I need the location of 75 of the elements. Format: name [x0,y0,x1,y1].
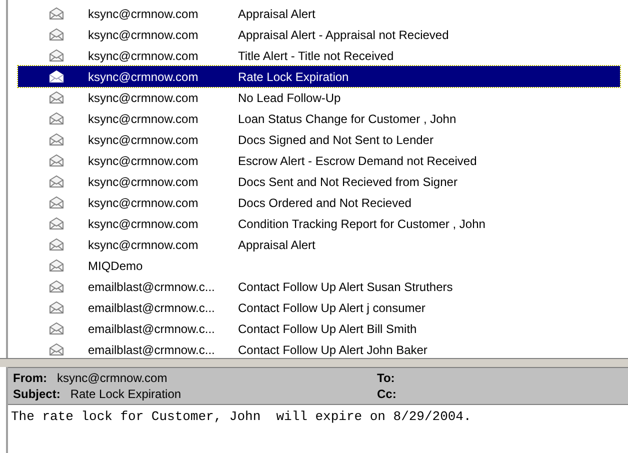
message-row[interactable]: ksync@crmnow.com No Lead Follow-Up [18,87,620,108]
subject-text: Contact Follow Up Alert John Baker [238,342,428,358]
message-row[interactable]: ksync@crmnow.com Title Alert - Title not Received [18,45,620,66]
message-row[interactable]: emailblast@crmnow.c... Contact Follow Up Alert Bill Smith [18,318,620,339]
message-row[interactable]: MIQDemo [18,255,620,276]
sender-text: MIQDemo [88,258,144,274]
envelope-icon [48,259,64,272]
subject-text: Appraisal Alert - Appraisal not Recieved [238,26,449,44]
subject-value: Rate Lock Expiration [70,386,182,402]
envelope-icon [48,175,64,188]
subject-text: Contact Follow Up Alert j consumer [238,300,426,316]
envelope-icon [48,28,64,41]
sender-text: ksync@crmnow.com [88,26,200,44]
message-row[interactable]: ksync@crmnow.com Rate Lock Expiration [18,66,620,87]
message-row[interactable]: ksync@crmnow.com Docs Ordered and Not Recieved [18,192,620,213]
message-row[interactable]: ksync@crmnow.com Appraisal Alert [18,3,620,24]
message-row[interactable]: ksync@crmnow.com Docs Signed and Not Sent to Lender [18,129,620,150]
subject-text: No Lead Follow-Up [238,90,341,106]
envelope-icon [48,133,64,146]
subject-text: Docs Sent and Not Recieved from Signer [238,174,458,190]
subject-text: Loan Status Change for Customer , John [238,110,456,128]
sender-text: emailblast@crmnow.c... [88,300,216,316]
envelope-icon [48,238,64,251]
envelope-icon [48,343,64,356]
sender-text: emailblast@crmnow.c... [88,278,216,296]
subject-text: Rate Lock Expiration [238,68,349,86]
subject-text: Docs Signed and Not Sent to Lender [238,132,434,148]
sender-text: ksync@crmnow.com [88,132,200,148]
sender-text: ksync@crmnow.com [88,152,200,170]
from-label: From: [13,370,47,386]
subject-text: Appraisal Alert [238,6,316,22]
message-row[interactable]: ksync@crmnow.com Appraisal Alert [18,234,620,255]
sender-text: ksync@crmnow.com [88,216,200,232]
sender-text: ksync@crmnow.com [88,194,200,212]
subject-text: Docs Ordered and Not Recieved [238,194,412,212]
message-row[interactable]: ksync@crmnow.com Docs Sent and Not Recieved from Signer [18,171,620,192]
sender-text: ksync@crmnow.com [88,90,200,106]
envelope-icon [48,154,64,167]
envelope-icon [48,301,64,314]
from-value: ksync@crmnow.com [57,370,168,386]
message-row[interactable]: emailblast@crmnow.c... Contact Follow Up Alert Susan Struthers [18,276,620,297]
envelope-icon [48,7,64,20]
envelope-icon [48,196,64,209]
subject-text: Escrow Alert - Escrow Demand not Received [238,152,477,170]
pane-splitter[interactable] [0,358,628,367]
message-row[interactable]: ksync@crmnow.com Loan Status Change for Customer , John [18,108,620,129]
message-row[interactable]: ksync@crmnow.com Condition Tracking Report for Customer , John [18,213,620,234]
envelope-icon [48,322,64,335]
cc-label: Cc: [377,386,398,402]
sender-text: emailblast@crmnow.c... [88,320,216,338]
sender-text: ksync@crmnow.com [88,48,200,64]
envelope-icon [48,91,64,104]
envelope-icon [48,49,64,62]
subject-text: Title Alert - Title not Received [238,48,394,64]
message-body: The rate lock for Customer, John will expire on 8/29/2004. [11,409,472,424]
sender-text: ksync@crmnow.com [88,6,200,22]
sender-text: ksync@crmnow.com [88,236,200,254]
envelope-icon [48,217,64,230]
envelope-icon [48,70,64,83]
envelope-icon [48,280,64,293]
subject-text: Contact Follow Up Alert Susan Struthers [238,278,453,296]
message-row[interactable]: ksync@crmnow.com Appraisal Alert - Appraisal not Recieved [18,24,620,45]
message-row[interactable]: ksync@crmnow.com Escrow Alert - Escrow Demand not Received [18,150,620,171]
subject-text: Appraisal Alert [238,236,316,254]
sender-text: ksync@crmnow.com [88,110,200,128]
subject-label: Subject: [13,386,60,402]
sender-text: emailblast@crmnow.c... [88,342,216,358]
subject-text: Contact Follow Up Alert Bill Smith [238,320,417,338]
subject-text: Condition Tracking Report for Customer , John [238,216,486,232]
message-row[interactable]: emailblast@crmnow.c... Contact Follow Up Alert j consumer [18,297,620,318]
message-row[interactable]: emailblast@crmnow.c... Contact Follow Up Alert John Baker [18,339,620,360]
sender-text: ksync@crmnow.com [88,174,200,190]
envelope-icon [48,112,64,125]
sender-text: ksync@crmnow.com [88,68,200,86]
to-label: To: [377,370,396,386]
